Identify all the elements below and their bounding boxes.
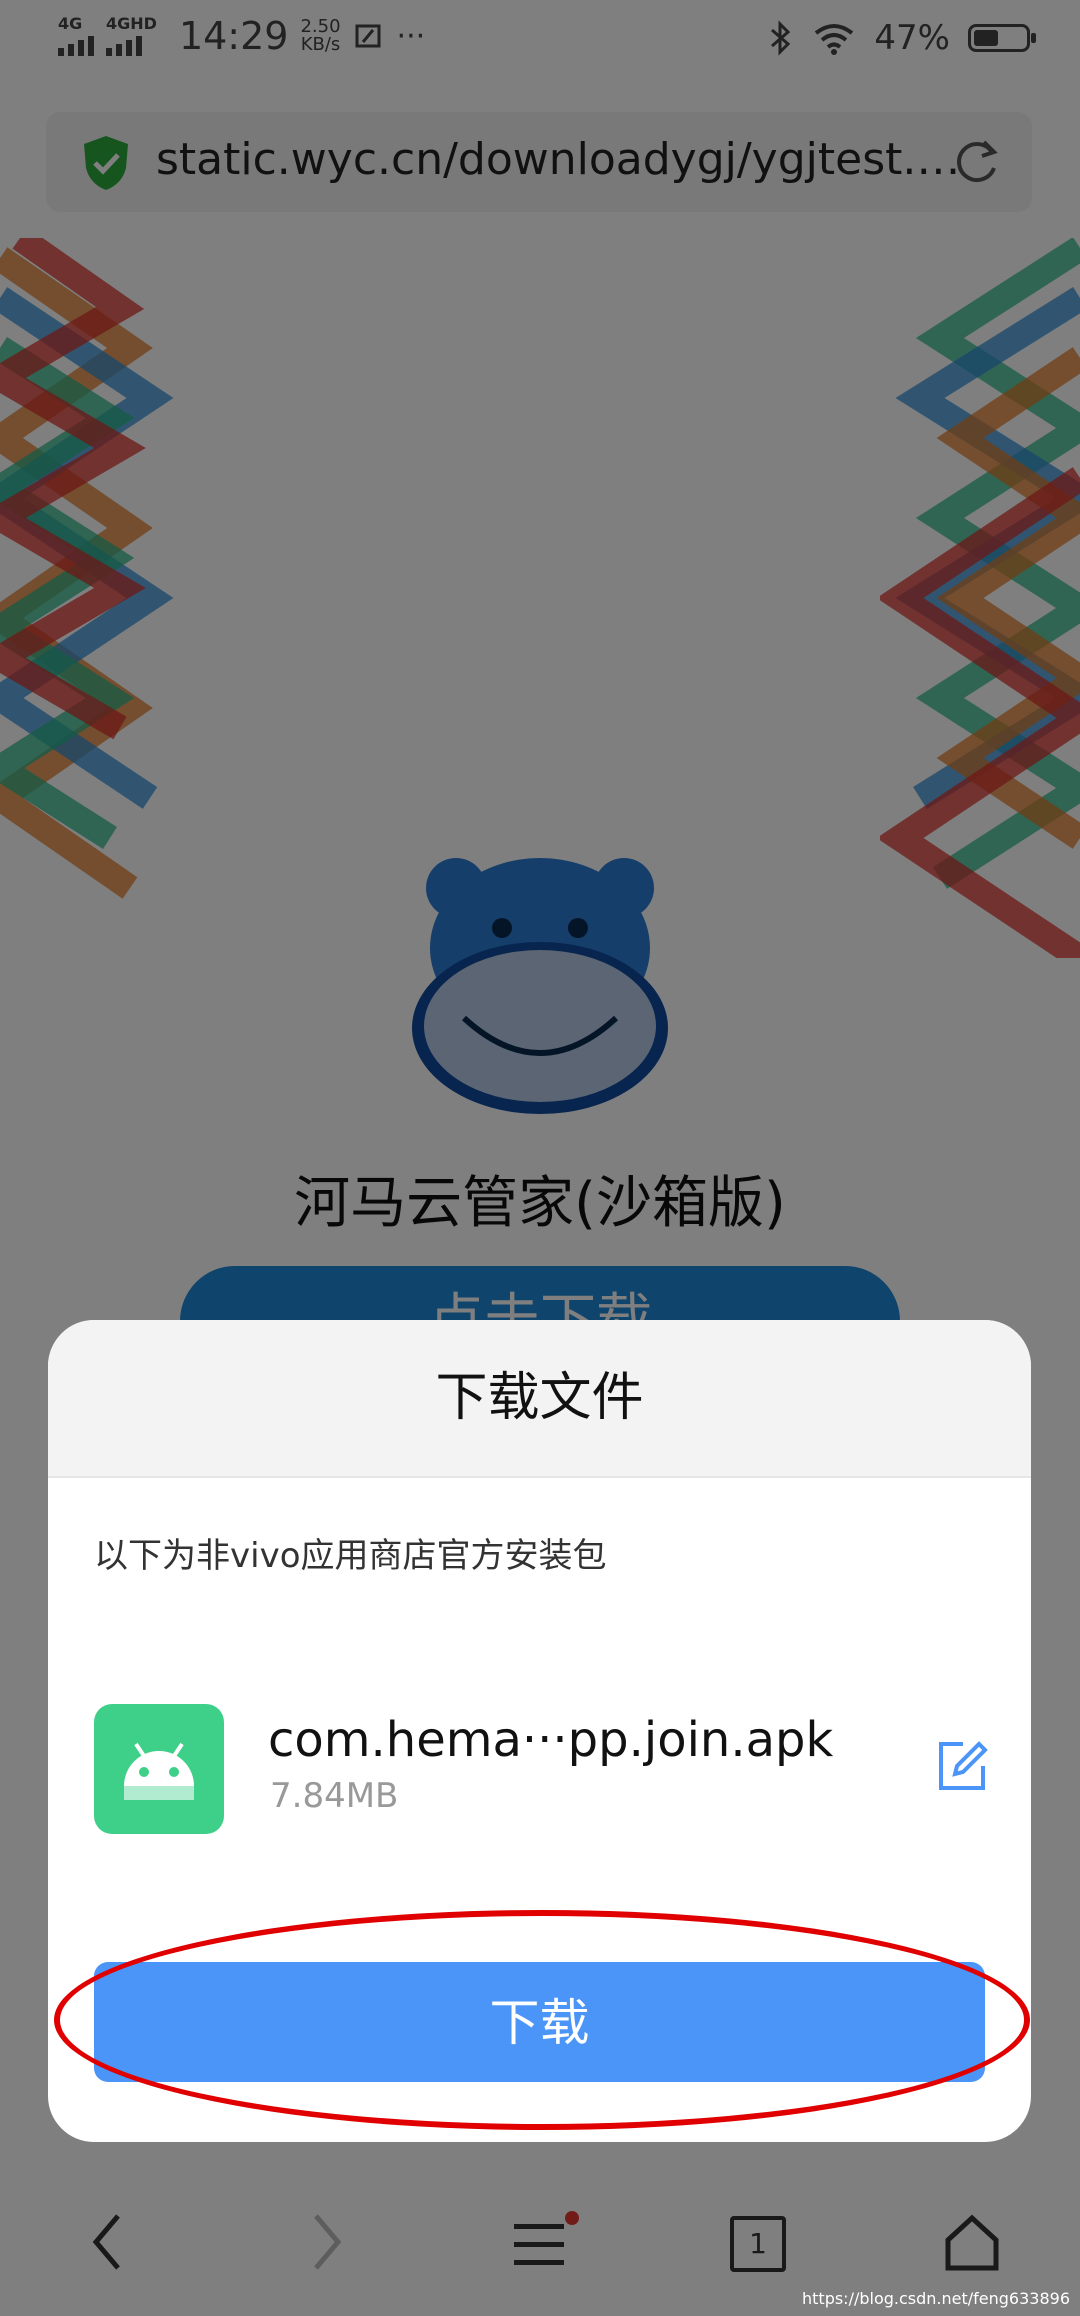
- download-dialog: 下载文件 以下为非vivo应用商店官方安装包 com.hema···pp.joi…: [48, 1320, 1031, 2142]
- watermark: https://blog.csdn.net/feng633896: [802, 2289, 1070, 2308]
- dialog-title: 下载文件: [48, 1320, 1031, 1478]
- download-button[interactable]: 下载: [94, 1962, 985, 2082]
- edit-icon[interactable]: [933, 1738, 989, 1794]
- file-size: 7.84MB: [270, 1776, 399, 1816]
- android-apk-icon: [94, 1704, 224, 1834]
- android-icon: [124, 1742, 194, 1800]
- file-name: com.hema···pp.join.apk: [268, 1712, 834, 1768]
- dialog-note: 以下为非vivo应用商店官方安装包: [94, 1536, 607, 1576]
